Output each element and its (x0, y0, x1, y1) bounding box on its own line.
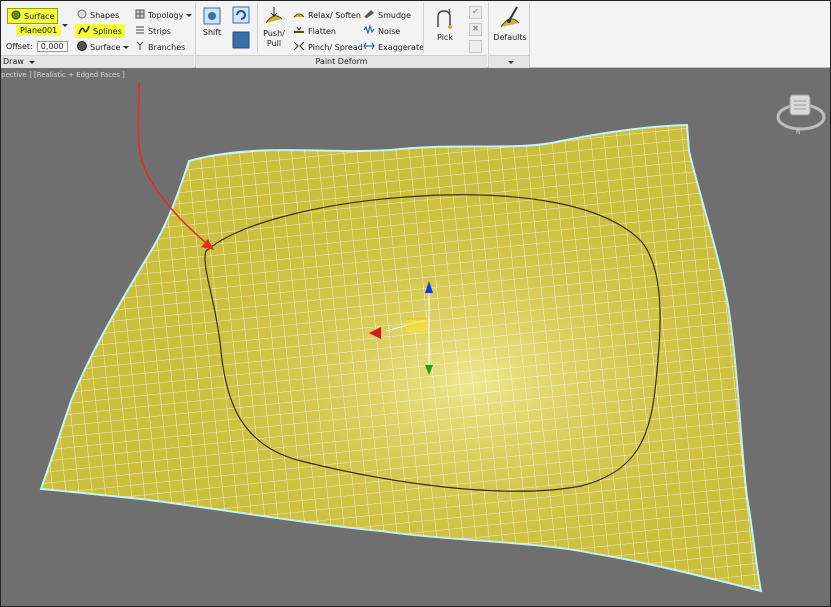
shapes-label: Shapes (90, 10, 120, 20)
shift-button[interactable]: Shift (201, 6, 223, 38)
pick-label: Pick (437, 33, 453, 42)
viewport-canvas: N (39, 30, 826, 593)
surface-mode-label: Surface (24, 11, 55, 21)
defaults-button[interactable]: Defaults (493, 5, 527, 43)
ribbon-divider (529, 3, 530, 67)
draw-panel-dropdown[interactable] (29, 61, 36, 64)
pinch-spread-button[interactable]: Pinch/ Spread (293, 41, 363, 53)
relax-icon (293, 9, 305, 21)
noise-button[interactable]: Noise (363, 24, 401, 37)
paint-tool-buttons: ✔ ✖ (469, 6, 483, 53)
surface-sphere-icon (77, 41, 87, 53)
shapes-button[interactable]: Shapes (77, 9, 119, 21)
svg-text:N: N (796, 129, 801, 136)
shapes-icon (77, 9, 87, 21)
rotate-button[interactable] (231, 6, 251, 26)
push-pull-button[interactable]: Push/ Pull (261, 5, 287, 49)
exaggerate-button[interactable]: Exaggerate (363, 41, 424, 53)
topology-button[interactable]: Topology (135, 9, 193, 21)
flatten-icon (293, 25, 305, 37)
ribbon-divider (257, 3, 258, 53)
scale-icon (232, 31, 250, 51)
topology-icon (135, 9, 145, 21)
offset-input[interactable]: 0,000 (36, 41, 68, 52)
defaults-panel-footer[interactable] (489, 55, 529, 68)
pull-label: Pull (266, 39, 282, 48)
smudge-icon (363, 9, 375, 21)
defaults-icon (497, 6, 523, 33)
offset-label: Offset: (6, 42, 33, 51)
smudge-button[interactable]: Smudge (363, 9, 411, 21)
topology-label: Topology (148, 10, 184, 20)
object-name-field[interactable]: Plane001 (16, 25, 62, 36)
shift-label: Shift (202, 28, 222, 37)
branches-button[interactable]: Branches (135, 41, 185, 53)
pick-button[interactable]: Pick (433, 7, 457, 43)
noise-label: Noise (378, 26, 401, 36)
defaults-dropdown-arrow[interactable] (507, 61, 514, 64)
scale-button[interactable] (231, 31, 251, 51)
surface-label: Surface (90, 42, 121, 52)
surface-icon (11, 10, 21, 22)
noise-icon (363, 24, 375, 37)
branches-label: Branches (148, 42, 186, 52)
paint-deform-panel-footer: Paint Deform (196, 55, 487, 68)
pinch-label: Pinch/ Spread (308, 42, 363, 52)
relax-soften-button[interactable]: Relax/ Soften (293, 9, 361, 21)
relax-label: Relax/ Soften (308, 10, 361, 20)
rotate-icon (232, 6, 250, 26)
topology-dropdown-arrow[interactable] (186, 13, 193, 17)
splines-label: Splines (93, 26, 122, 36)
mesh-wireframe (41, 125, 761, 591)
ribbon-divider (423, 3, 424, 53)
viewport-label[interactable]: pective ] [Realistic + Edged Faces ] (1, 71, 125, 79)
viewcube-icon[interactable]: N (776, 94, 826, 136)
draw-panel-label: Draw (3, 57, 24, 66)
flatten-label: Flatten (308, 26, 336, 36)
exaggerate-icon (363, 41, 375, 53)
splines-icon (78, 25, 90, 37)
surface-mode-button[interactable]: Surface (7, 8, 59, 24)
pick-icon (434, 8, 456, 33)
surface-dropdown-arrow[interactable] (123, 45, 130, 49)
push-label: Push/ (263, 29, 285, 38)
check-icon[interactable]: ✔ (469, 6, 482, 19)
pinch-icon (293, 41, 305, 53)
viewport-label-bar: pective ] [Realistic + Edged Faces ] (1, 68, 830, 82)
app-window: Surface Plane001 Offset: 0,000 Shapes Sp… (0, 0, 831, 607)
exaggerate-label: Exaggerate (378, 42, 425, 52)
strips-icon (135, 25, 145, 37)
draw-panel-footer[interactable]: Draw (1, 55, 194, 68)
offset-row: Offset: 0,000 (6, 41, 68, 52)
paint-deform-label: Paint Deform (315, 57, 368, 66)
smudge-label: Smudge (378, 10, 412, 20)
object-name-value: Plane001 (20, 26, 58, 35)
push-pull-icon (263, 7, 285, 29)
strips-label: Strips (148, 26, 171, 36)
strips-button[interactable]: Strips (135, 25, 171, 37)
ribbon: Surface Plane001 Offset: 0,000 Shapes Sp… (1, 1, 830, 68)
close-icon[interactable]: ✖ (469, 23, 482, 36)
branches-icon (135, 41, 145, 53)
commit-icon[interactable] (469, 40, 482, 53)
surface-button[interactable]: Surface (77, 41, 130, 53)
splines-button[interactable]: Splines (75, 24, 125, 38)
viewport[interactable]: N (1, 30, 830, 606)
flatten-button[interactable]: Flatten (293, 25, 336, 37)
defaults-label: Defaults (493, 33, 527, 42)
shift-icon (202, 7, 222, 28)
